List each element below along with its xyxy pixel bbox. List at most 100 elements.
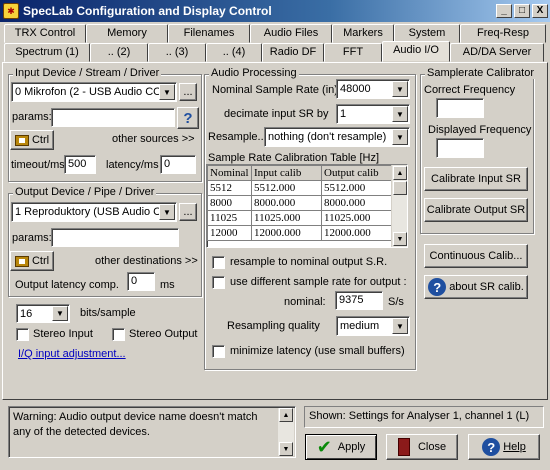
timeout-field[interactable]: 500 — [64, 155, 96, 174]
close-button[interactable]: Close — [386, 434, 458, 460]
table-cell[interactable]: 12000.000 — [251, 225, 322, 241]
other-sources-link[interactable]: other sources >> — [112, 133, 195, 145]
table-row[interactable]: 8000 8000.000 8000.000 — [207, 195, 393, 211]
maximize-button[interactable]: □ — [514, 4, 530, 18]
output-browse-button[interactable]: ... — [179, 203, 197, 221]
minimize-latency-checkbox[interactable] — [212, 345, 225, 358]
displayed-frequency-label: Displayed Frequency — [428, 124, 532, 136]
about-sr-calib-button[interactable]: ? about SR calib. — [424, 275, 528, 299]
chevron-down-icon[interactable]: ▼ — [159, 84, 175, 100]
table-cell[interactable]: 11025.000 — [321, 210, 393, 226]
input-params-label: params: — [12, 111, 52, 123]
table-cell[interactable]: 12000 — [207, 225, 252, 241]
table-cell[interactable]: 8000.000 — [321, 195, 393, 211]
tab-trx-control[interactable]: TRX Control — [4, 24, 86, 43]
output-latency-label: Output latency comp. — [15, 279, 119, 291]
input-browse-button[interactable]: ... — [179, 83, 197, 101]
scroll-thumb[interactable] — [393, 181, 407, 195]
table-cell[interactable]: 5512.000 — [251, 180, 322, 196]
input-device-select[interactable]: 0 Mikrofon (2 - USB Audio COD ▼ — [11, 82, 177, 102]
scroll-down-icon[interactable]: ▼ — [279, 442, 293, 456]
warning-scrollbar[interactable]: ▲ ▼ — [278, 408, 294, 456]
stereo-output-checkbox[interactable] — [112, 328, 125, 341]
scroll-up-icon[interactable]: ▲ — [393, 166, 407, 180]
window-title: SpecLab Configuration and Display Contro… — [23, 4, 272, 18]
stereo-input-label: Stereo Input — [33, 328, 93, 340]
different-rate-checkbox[interactable] — [212, 276, 225, 289]
nominal-out-field[interactable]: 9375 — [335, 291, 383, 310]
chevron-down-icon[interactable]: ▼ — [159, 204, 175, 220]
question-icon: ? — [183, 109, 193, 127]
minimize-button[interactable]: _ — [496, 4, 512, 18]
chevron-down-icon[interactable]: ▼ — [52, 306, 68, 321]
correct-frequency-field[interactable] — [436, 98, 484, 118]
question-icon: ? — [482, 438, 501, 456]
calibrator-title: Samplerate Calibrator — [425, 67, 536, 79]
door-icon — [397, 438, 410, 456]
different-rate-label: use different sample rate for output : — [230, 276, 407, 288]
nominal-sr-label: Nominal Sample Rate (in) — [212, 84, 338, 96]
analyser-status: Shown: Settings for Analyser 1, channel … — [304, 406, 544, 428]
title-bar: ✱ SpecLab Configuration and Display Cont… — [0, 0, 550, 22]
table-cell[interactable]: 8000.000 — [251, 195, 322, 211]
input-ctrl-button[interactable]: Ctrl — [10, 130, 54, 150]
calibrate-input-button[interactable]: Calibrate Input SR — [424, 167, 528, 191]
help-button[interactable]: ? Help — [468, 434, 540, 460]
iq-adjustment-link[interactable]: I/Q input adjustment... — [18, 348, 126, 360]
chevron-down-icon[interactable]: ▼ — [392, 318, 408, 334]
decimate-select[interactable]: 1 ▼ — [336, 104, 410, 124]
tab-freq-resp[interactable]: Freq-Resp — [460, 24, 546, 43]
other-destinations-link[interactable]: other destinations >> — [95, 255, 198, 267]
resample-select[interactable]: nothing (don't resample) ▼ — [264, 127, 410, 147]
table-cell[interactable]: 5512 — [207, 180, 252, 196]
bits-select[interactable]: 16 ▼ — [16, 304, 70, 323]
output-ctrl-button[interactable]: Ctrl — [10, 251, 54, 271]
table-cell[interactable]: 11025 — [207, 210, 252, 226]
displayed-frequency-field[interactable] — [436, 138, 484, 158]
table-cell[interactable]: 12000.000 — [321, 225, 393, 241]
input-device-group-title: Input Device / Stream / Driver — [13, 67, 162, 79]
tab-fft[interactable]: FFT — [324, 43, 382, 62]
input-params-field[interactable] — [51, 108, 175, 127]
output-latency-field[interactable]: 0 — [127, 272, 155, 291]
calibrate-output-button[interactable]: Calibrate Output SR — [424, 198, 528, 222]
tab-spectrum-3[interactable]: .. (3) — [148, 43, 206, 62]
tab-memory[interactable]: Memory — [86, 24, 168, 43]
tab-spectrum-1[interactable]: Spectrum (1) — [4, 43, 90, 62]
output-device-select[interactable]: 1 Reproduktory (USB Audio CC ▼ — [11, 202, 177, 222]
output-params-field[interactable] — [51, 228, 179, 247]
tab-filenames[interactable]: Filenames — [168, 24, 250, 43]
chevron-down-icon[interactable]: ▼ — [392, 129, 408, 145]
tab-radio-df[interactable]: Radio DF — [262, 43, 324, 62]
tab-adda-server[interactable]: AD/DA Server — [450, 43, 544, 62]
table-row[interactable]: 12000 12000.000 12000.000 — [207, 225, 393, 241]
cal-header-input: Input calib — [251, 165, 322, 181]
chevron-down-icon[interactable]: ▼ — [392, 81, 408, 97]
tab-spectrum-4[interactable]: .. (4) — [206, 43, 262, 62]
output-params-label: params: — [12, 232, 52, 244]
cal-table[interactable]: Nominal Input calib Output calib 5512 55… — [206, 164, 408, 248]
scroll-up-icon[interactable]: ▲ — [279, 408, 293, 422]
table-cell[interactable]: 11025.000 — [251, 210, 322, 226]
continuous-calib-button[interactable]: Continuous Calib... — [424, 244, 528, 268]
nominal-sr-select[interactable]: 48000 ▼ — [336, 79, 410, 99]
close-window-button[interactable]: X — [532, 4, 548, 18]
scroll-down-icon[interactable]: ▼ — [393, 232, 407, 246]
timeout-label: timeout/ms — [11, 159, 65, 171]
table-row[interactable]: 5512 5512.000 5512.000 — [207, 180, 393, 196]
quality-select[interactable]: medium ▼ — [336, 316, 410, 336]
input-help-button[interactable]: ? — [177, 107, 199, 129]
cal-table-scrollbar[interactable]: ▲ ▼ — [391, 165, 407, 247]
chevron-down-icon[interactable]: ▼ — [392, 106, 408, 122]
tab-audio-io[interactable]: Audio I/O — [382, 41, 450, 62]
table-cell[interactable]: 8000 — [207, 195, 252, 211]
latency-field[interactable]: 0 — [160, 155, 196, 174]
table-cell[interactable]: 5512.000 — [321, 180, 393, 196]
apply-button[interactable]: ✔ Apply — [305, 434, 377, 460]
tab-spectrum-2[interactable]: .. (2) — [90, 43, 148, 62]
tab-audio-files[interactable]: Audio Files — [250, 24, 332, 43]
table-row[interactable]: 11025 11025.000 11025.000 — [207, 210, 393, 226]
resample-nominal-checkbox[interactable] — [212, 256, 225, 269]
input-device-value: 0 Mikrofon (2 - USB Audio COD — [15, 86, 159, 98]
stereo-input-checkbox[interactable] — [16, 328, 29, 341]
